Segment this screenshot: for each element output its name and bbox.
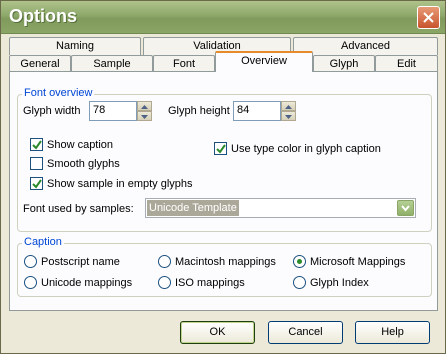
radio-postscript-name[interactable]: [24, 255, 37, 268]
font-samples-select[interactable]: Unicode Template: [145, 198, 416, 218]
glyph-height-label: Glyph height: [168, 105, 230, 117]
glyph-height-input[interactable]: 84: [233, 101, 281, 121]
spin-down-icon[interactable]: [137, 111, 152, 121]
radio-label-unicode-mappings: Unicode mappings: [41, 277, 133, 289]
glyph-width-label: Glyph width: [23, 105, 81, 117]
font-overview-group-label: Font overview: [22, 87, 95, 99]
radio-selected-dot: [297, 259, 302, 264]
radio-macintosh-mappings[interactable]: [158, 255, 171, 268]
show-caption-label: Show caption: [47, 139, 114, 151]
glyph-width-spinner[interactable]: [137, 101, 152, 121]
radio-label-glyph-index: Glyph Index: [310, 277, 369, 289]
tab-panel-overview: Font overview Glyph width 78 Glyph heigh…: [9, 71, 438, 311]
radio-label-macintosh-mappings: Macintosh mappings: [175, 256, 276, 268]
caption-group-label: Caption: [22, 236, 64, 248]
use-type-color-checkbox[interactable]: [214, 142, 227, 155]
show-sample-checkbox[interactable]: [30, 177, 43, 190]
show-caption-checkbox[interactable]: [30, 138, 43, 151]
radio-microsoft-mappings[interactable]: [293, 255, 306, 268]
window-title: Options: [9, 6, 77, 26]
smooth-glyphs-label: Smooth glyphs: [47, 158, 120, 170]
font-samples-label: Font used by samples:: [23, 203, 134, 215]
checkmark-icon: [216, 144, 226, 154]
ok-button[interactable]: OK: [180, 321, 255, 344]
help-button[interactable]: Help: [355, 321, 430, 344]
radio-label-postscript-name: Postscript name: [41, 256, 120, 268]
spin-up-icon[interactable]: [137, 101, 152, 111]
smooth-glyphs-checkbox[interactable]: [30, 157, 43, 170]
title-bar[interactable]: Options: [1, 1, 445, 34]
radio-label-iso-mappings: ISO mappings: [175, 277, 245, 289]
close-icon: [423, 12, 434, 23]
close-button[interactable]: [417, 6, 440, 29]
options-dialog: Options Naming Validation Advanced Gener…: [0, 0, 446, 354]
cancel-button[interactable]: Cancel: [268, 321, 343, 344]
glyph-width-input[interactable]: 78: [89, 101, 137, 121]
checkmark-icon: [32, 140, 42, 150]
radio-iso-mappings[interactable]: [158, 276, 171, 289]
radio-unicode-mappings[interactable]: [24, 276, 37, 289]
font-samples-value: Unicode Template: [147, 200, 239, 216]
tab-naming[interactable]: Naming: [9, 37, 141, 55]
tab-overview[interactable]: Overview: [215, 51, 313, 72]
use-type-color-label: Use type color in glyph caption: [231, 143, 381, 155]
spin-up-icon[interactable]: [281, 101, 296, 111]
checkmark-icon: [32, 179, 42, 189]
tab-advanced[interactable]: Advanced: [293, 37, 438, 55]
spin-down-icon[interactable]: [281, 111, 296, 121]
glyph-height-spinner[interactable]: [281, 101, 296, 121]
show-sample-label: Show sample in empty glyphs: [47, 178, 193, 190]
radio-glyph-index[interactable]: [293, 276, 306, 289]
radio-label-microsoft-mappings: Microsoft Mappings: [310, 256, 406, 268]
chevron-down-icon[interactable]: [397, 200, 414, 216]
